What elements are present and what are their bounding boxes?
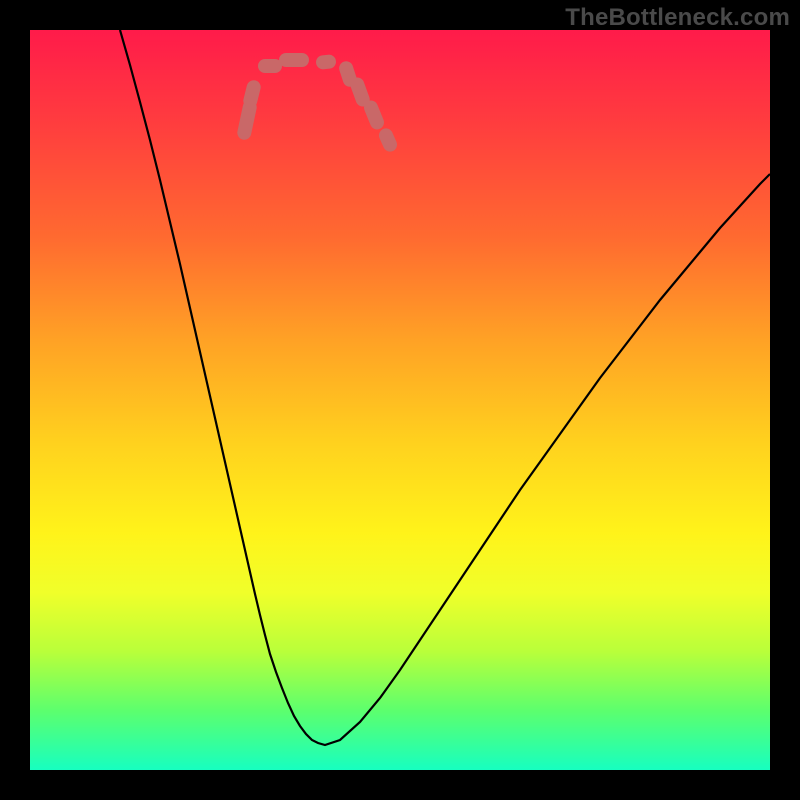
- chart-marker: [362, 98, 386, 131]
- chart-marker: [377, 126, 400, 154]
- chart-plot-area: [30, 30, 770, 770]
- bottleneck-curve: [120, 30, 770, 745]
- watermark-text: TheBottleneck.com: [565, 4, 790, 32]
- chart-frame: TheBottleneck.com: [0, 0, 800, 800]
- chart-markers: [236, 53, 399, 154]
- chart-marker: [242, 79, 262, 110]
- chart-marker: [258, 59, 282, 73]
- chart-marker: [279, 53, 309, 67]
- chart-svg: [30, 30, 770, 770]
- chart-marker: [315, 54, 336, 70]
